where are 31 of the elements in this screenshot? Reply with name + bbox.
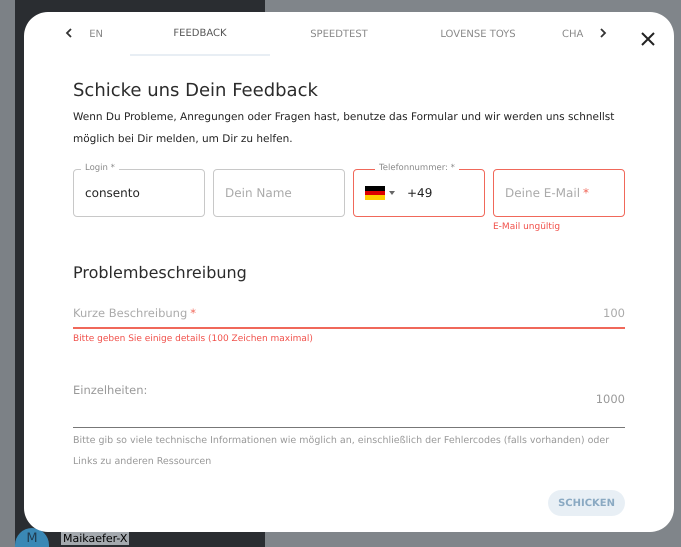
tab[interactable]: FEEDBACK xyxy=(130,12,270,56)
character-counter: 1000 xyxy=(596,391,625,408)
input-field[interactable]: Dein Name xyxy=(213,169,345,217)
tab[interactable]: SPEEDTEST xyxy=(269,12,409,56)
error-message: E-Mail ungültig xyxy=(493,221,560,234)
chevron-right-icon[interactable] xyxy=(598,26,608,40)
input-field[interactable]: Deine E-Mail * xyxy=(493,169,625,217)
dialog-title: Schicke uns Dein Feedback xyxy=(73,79,319,103)
tab[interactable]: EN xyxy=(86,12,103,56)
tab[interactable]: LOVENSE TOYS xyxy=(408,12,548,56)
character-counter: 100 xyxy=(603,305,625,322)
field-placeholder: Deine E-Mail * xyxy=(505,185,590,202)
intro-text: Wenn Du Probleme, Anregungen oder Fragen hast, benutze das Formular und wir werden uns schnellst möglich bei Dir melden, um Dir zu helfen. xyxy=(73,110,616,147)
error-message: Bitte geben Sie einige details (100 Zeichen maximal) xyxy=(73,332,313,346)
text-area[interactable]: Einzelheiten: 1000 xyxy=(73,382,625,428)
phone-field[interactable]: +49 xyxy=(353,169,485,217)
field-placeholder: Einzelheiten: xyxy=(73,382,148,399)
input-field[interactable]: Kurze Beschreibung * 100 xyxy=(73,302,625,328)
field-value: +49 xyxy=(407,185,432,202)
caret-icon[interactable] xyxy=(389,191,395,195)
tab[interactable]: CHA xyxy=(562,12,596,56)
field-placeholder: Kurze Beschreibung * xyxy=(73,305,196,322)
close-icon[interactable] xyxy=(641,32,655,46)
field-value: consento xyxy=(85,185,140,202)
field-label: Login * xyxy=(81,162,119,174)
field-placeholder: Dein Name xyxy=(225,185,292,202)
user-name: Maikaefer-X xyxy=(61,532,130,545)
hint-text: Bitte gib so viele technische Informationen wie möglich an, einschließlich der Fehlercodes (falls vorhanden) oder Links zu anderen Ressourcen xyxy=(73,434,610,469)
flag-icon[interactable] xyxy=(365,186,385,200)
section-title: Problembeschreibung xyxy=(73,262,248,284)
chevron-left-icon[interactable] xyxy=(64,26,74,40)
